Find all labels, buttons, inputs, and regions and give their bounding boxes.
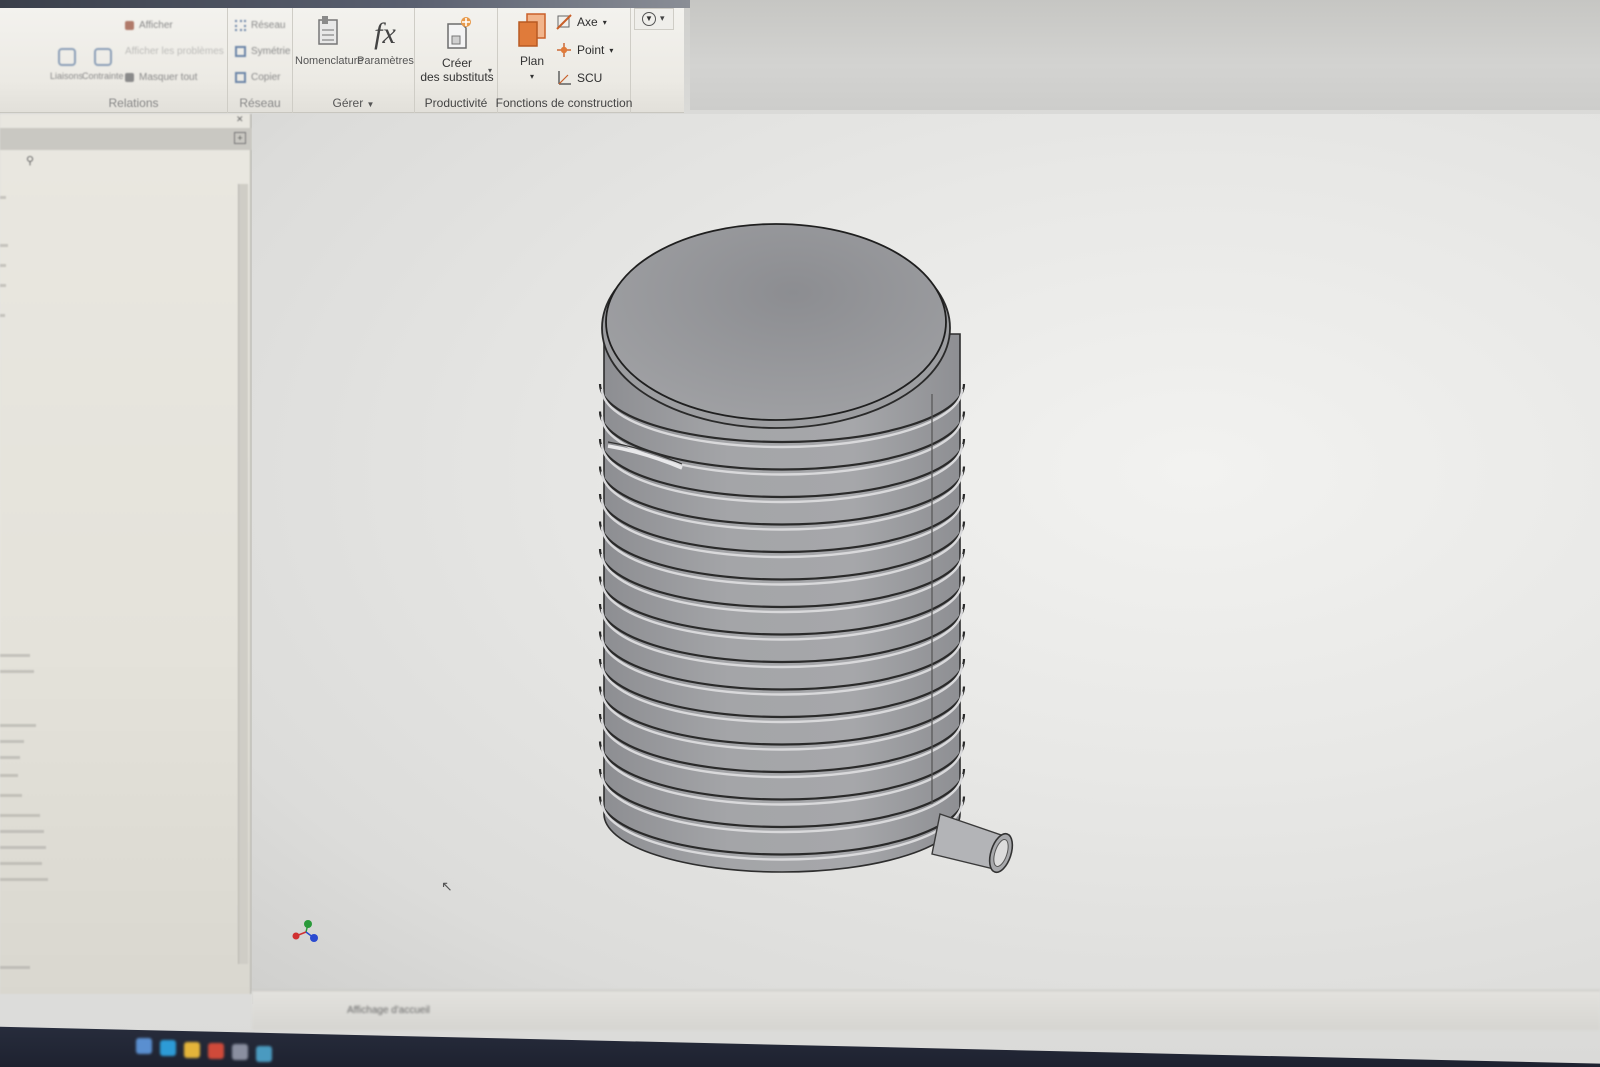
mouse-cursor: ↖	[441, 878, 453, 894]
relations-panel-label[interactable]: Relations	[40, 96, 227, 110]
axe-button[interactable]: Axe ▾	[556, 14, 607, 30]
tree-item[interactable]	[0, 862, 42, 865]
view-cube-orientation-icon[interactable]	[292, 920, 319, 942]
ribbon-panel-relations: Afficher Afficher les problèmes Masquer …	[0, 8, 228, 113]
create-substitute-icon	[447, 17, 471, 49]
axe-dropdown-icon[interactable]: ▾	[603, 18, 607, 27]
app-icon[interactable]	[232, 1044, 248, 1060]
fx-icon: fx	[374, 17, 396, 50]
chevron-down-icon: ▾	[660, 13, 665, 23]
tree-item[interactable]	[0, 740, 24, 743]
ribbon-panel-construction: Plan ▾ Axe ▾ Point ▾ SCU Fonctions de co…	[496, 8, 632, 113]
close-icon[interactable]: ✕	[236, 114, 244, 125]
creer-substituts-button[interactable]: Créer des substituts	[419, 14, 495, 84]
tree-item[interactable]	[0, 878, 48, 881]
point-icon	[557, 43, 571, 57]
ribbon-panel-gerer: Nomenclature fx Paramètres Gérer ▼	[293, 8, 415, 113]
show-icon	[125, 21, 134, 30]
3d-viewport[interactable]	[252, 114, 1600, 1004]
parametres-button[interactable]: fx Paramètres	[357, 14, 414, 68]
tree-item[interactable]	[0, 264, 6, 267]
mirror-icon	[235, 46, 246, 57]
point-button[interactable]: Point ▾	[556, 42, 613, 58]
title-bar	[0, 0, 690, 8]
scu-button[interactable]: SCU	[556, 70, 602, 86]
tree-item[interactable]	[0, 670, 34, 673]
construction-panel-label: Fonctions de construction	[495, 96, 633, 110]
ribbon-empty-area	[690, 0, 1600, 110]
app-icon[interactable]	[256, 1046, 272, 1062]
symetrie-button[interactable]: Symétrie	[235, 46, 290, 57]
copier-button[interactable]: Copier	[235, 72, 280, 83]
model-canvas[interactable]	[252, 114, 1600, 1004]
afficher-problemes-button[interactable]: Afficher les problèmes	[125, 46, 224, 57]
status-bar: Affichage d'accueil	[252, 990, 1600, 1030]
axis-icon	[556, 14, 572, 30]
tree-item[interactable]	[0, 846, 46, 849]
plan-icon	[518, 13, 546, 47]
reseau-button[interactable]: Réseau	[235, 20, 285, 31]
browser-scrollbar[interactable]	[238, 184, 248, 964]
tree-item[interactable]	[0, 830, 44, 833]
outlet-pipe[interactable]	[931, 813, 1017, 875]
folder-icon[interactable]	[184, 1042, 200, 1058]
tree-item[interactable]	[0, 966, 30, 969]
gerer-panel-label[interactable]: Gérer ▼	[293, 96, 414, 110]
contrainte-button[interactable]: Contrainte	[82, 48, 124, 83]
ucs-icon	[558, 71, 571, 85]
creer-dropdown-icon[interactable]: ▾	[488, 66, 492, 75]
copy-icon	[235, 72, 246, 83]
constraint-icon	[93, 48, 112, 66]
plan-dropdown-icon[interactable]: ▾	[530, 72, 534, 81]
plan-button[interactable]: Plan ▾	[504, 12, 560, 84]
tree-item[interactable]	[0, 196, 6, 199]
tree-item[interactable]	[0, 314, 5, 317]
ribbon-options-button[interactable]: ▼ ▾	[634, 8, 674, 30]
ribbon-panel-reseau: Réseau Symétrie Copier Réseau	[228, 8, 293, 113]
lid-top	[605, 223, 947, 421]
tree-item[interactable]	[0, 774, 18, 777]
browser-icon[interactable]	[208, 1043, 224, 1059]
masquer-tout-button[interactable]: Masquer tout	[125, 72, 197, 83]
status-text: Affichage d'accueil	[347, 1005, 430, 1016]
browser-header	[0, 128, 252, 150]
tree-item[interactable]	[0, 654, 30, 657]
monitor-screen: Afficher Afficher les problèmes Masquer …	[0, 0, 1600, 1067]
tree-item[interactable]	[0, 284, 6, 287]
pattern-icon	[235, 20, 246, 31]
model-browser-panel: ✕ + ⚲	[0, 114, 252, 994]
reseau-panel-label[interactable]: Réseau	[228, 96, 292, 110]
app-icon[interactable]	[160, 1040, 176, 1056]
panel-expand-icon: ▼	[366, 100, 375, 109]
tree-item[interactable]	[0, 794, 22, 797]
nomenclature-button[interactable]: Nomenclature	[295, 14, 363, 68]
liaisons-button[interactable]: Liaisons	[50, 48, 83, 83]
productivite-panel-label: Productivité	[424, 96, 488, 110]
joint-icon	[57, 48, 76, 66]
quick-access-dropdown-icon: ▼	[642, 12, 656, 26]
afficher-button[interactable]: Afficher	[125, 20, 173, 31]
ribbon: Afficher Afficher les problèmes Masquer …	[0, 8, 684, 113]
point-dropdown-icon[interactable]: ▾	[609, 46, 613, 55]
search-icon[interactable]: ⚲	[26, 154, 34, 167]
start-icon[interactable]	[136, 1038, 152, 1054]
cylinder-model[interactable]	[598, 223, 966, 873]
tree-item[interactable]	[0, 724, 36, 727]
tree-item[interactable]	[0, 244, 8, 247]
tree-item[interactable]	[0, 756, 20, 759]
add-icon[interactable]: +	[234, 132, 246, 144]
tree-item[interactable]	[0, 814, 40, 817]
ribbon-panel-productivite: Créer des substituts ▾ Productivité	[415, 8, 498, 113]
nomenclature-icon	[318, 16, 338, 45]
hide-icon	[125, 73, 134, 82]
